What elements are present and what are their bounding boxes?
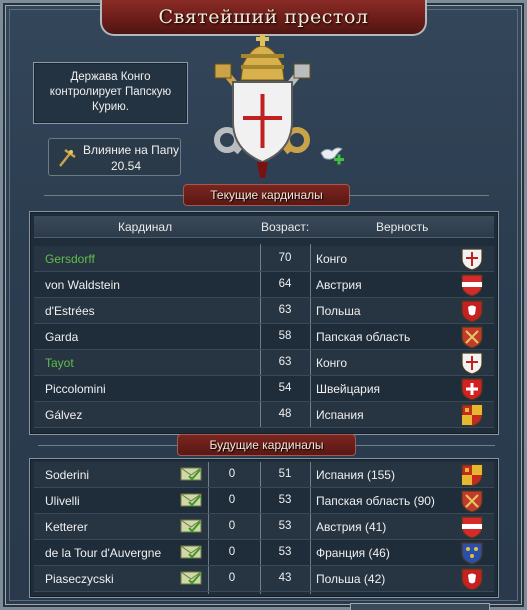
future-cardinal-loyalty: Франция (46) xyxy=(316,546,390,560)
future-cardinal-loyalty: Австрия (41) xyxy=(316,520,387,534)
info-line-1: Держава Конго xyxy=(70,71,151,83)
spain-shield-icon[interactable] xyxy=(460,463,484,487)
papal-shield-icon[interactable] xyxy=(460,489,484,513)
congo-shield-icon[interactable] xyxy=(460,351,484,375)
papal-shield-icon[interactable] xyxy=(460,325,484,349)
cardinal-age: 58 xyxy=(278,330,292,342)
cardinal-loyalty: Конго xyxy=(316,252,348,266)
header-age[interactable]: Возраст: xyxy=(261,220,309,234)
info-line-2: контролирует Папскую xyxy=(49,86,172,98)
cardinal-row[interactable]: Piccolomini 54 Швейцария xyxy=(34,376,494,402)
cardinal-name: Piccolomini xyxy=(45,382,106,396)
future-cardinal-age: 53 xyxy=(278,520,292,532)
future-cardinal-votes: 0 xyxy=(228,468,236,480)
future-cardinal-name: de la Tour d'Auvergne xyxy=(45,546,162,560)
cardinal-row[interactable]: Gersdorff 70 Конго xyxy=(34,246,494,272)
future-cardinal-votes: 0 xyxy=(228,494,236,506)
future-cardinal-name: Piaseczycski xyxy=(45,572,114,586)
future-cardinal-name: Ketterer xyxy=(45,520,88,534)
cardinal-name: d'Estrées xyxy=(45,304,95,318)
info-line-3: Курию. xyxy=(92,101,129,113)
future-cardinal-loyalty: Испания (155) xyxy=(316,468,395,482)
future-cardinal-row[interactable]: Soderini 0 51 Испания (155) xyxy=(34,462,494,488)
window-title: Святейший престол xyxy=(158,6,369,28)
cardinal-loyalty: Конго xyxy=(316,356,348,370)
cardinal-age: 63 xyxy=(278,356,292,368)
cardinal-loyalty: Испания xyxy=(316,408,364,422)
cardinal-loyalty: Австрия xyxy=(316,278,362,292)
future-cardinal-votes: 0 xyxy=(228,546,236,558)
cardinal-row[interactable]: Garda 58 Папская область xyxy=(34,324,494,350)
cross-staff-icon xyxy=(59,148,76,167)
cardinal-row[interactable]: von Waldstein 64 Австрия xyxy=(34,272,494,298)
cardinal-loyalty: Швейцария xyxy=(316,382,381,396)
cardinal-row[interactable]: Tayot 63 Конго xyxy=(34,350,494,376)
swiss-shield-icon[interactable] xyxy=(460,377,484,401)
future-cardinal-age: 53 xyxy=(278,494,292,506)
influence-value: 20.54 xyxy=(111,159,142,173)
cardinal-row[interactable]: Gálvez 48 Испания xyxy=(34,402,494,428)
influence-label: Влияние на Папу xyxy=(83,143,179,157)
austria-shield-icon[interactable] xyxy=(460,515,484,539)
cardinal-loyalty: Польша xyxy=(316,304,361,318)
current-cardinals-title: Текущие кардиналы xyxy=(44,184,489,206)
support-letter-icon[interactable] xyxy=(180,570,202,586)
papal-crest-icon xyxy=(214,34,311,178)
cardinal-age: 54 xyxy=(278,382,292,394)
cardinal-name: Gálvez xyxy=(45,408,83,422)
cardinal-name: Tayot xyxy=(45,356,74,370)
cardinal-name: Garda xyxy=(45,330,79,344)
future-cardinals-title: Будущие кардиналы xyxy=(38,434,495,456)
poland-shield-icon[interactable] xyxy=(460,567,484,591)
future-cardinal-age: 43 xyxy=(278,572,292,584)
cardinal-age: 63 xyxy=(278,304,292,316)
future-cardinal-age: 53 xyxy=(278,546,292,558)
support-letter-icon[interactable] xyxy=(180,492,202,508)
future-cardinal-name: Soderini xyxy=(45,468,90,482)
future-cardinal-age: 51 xyxy=(278,468,292,480)
cardinal-name: Gersdorff xyxy=(45,252,95,266)
future-cardinal-votes: 0 xyxy=(228,520,236,532)
window-title-bar: Святейший престол xyxy=(100,0,427,36)
congo-shield-icon[interactable] xyxy=(460,247,484,271)
header-cardinal[interactable]: Кардинал xyxy=(118,220,172,234)
dove-plus-icon[interactable] xyxy=(318,143,346,169)
future-cardinal-row[interactable]: Piaseczycski 0 43 Польша (42) xyxy=(34,566,494,592)
future-cardinal-name: Ulivelli xyxy=(45,494,80,508)
cardinal-age: 64 xyxy=(278,278,292,290)
france-shield-icon[interactable] xyxy=(460,541,484,565)
cardinal-age: 48 xyxy=(278,408,292,420)
support-letter-icon[interactable] xyxy=(180,544,202,560)
bottom-edge-button[interactable] xyxy=(350,603,490,610)
spain-shield-icon[interactable] xyxy=(460,403,484,427)
cardinal-name: von Waldstein xyxy=(45,278,120,292)
future-cardinal-row[interactable]: de la Tour d'Auvergne 0 53 Франция (46) xyxy=(34,540,494,566)
support-letter-icon[interactable] xyxy=(180,518,202,534)
curia-controller-info: Держава Конго контролирует Папскую Курию… xyxy=(33,62,188,124)
cardinal-loyalty: Папская область xyxy=(316,330,411,344)
cardinal-row[interactable]: d'Estrées 63 Польша xyxy=(34,298,494,324)
future-cardinal-loyalty: Папская область (90) xyxy=(316,494,435,508)
header-loyalty[interactable]: Верность xyxy=(376,220,428,234)
future-cardinal-row[interactable]: Ulivelli 0 53 Папская область (90) xyxy=(34,488,494,514)
future-cardinal-votes: 0 xyxy=(228,572,236,584)
future-cardinal-row[interactable]: Ketterer 0 53 Австрия (41) xyxy=(34,514,494,540)
poland-shield-icon[interactable] xyxy=(460,299,484,323)
austria-shield-icon[interactable] xyxy=(460,273,484,297)
cardinal-age: 70 xyxy=(278,252,292,264)
future-cardinal-loyalty: Польша (42) xyxy=(316,572,386,586)
papal-influence-box[interactable]: Влияние на Папу 20.54 xyxy=(48,138,181,176)
support-letter-icon[interactable] xyxy=(180,466,202,482)
